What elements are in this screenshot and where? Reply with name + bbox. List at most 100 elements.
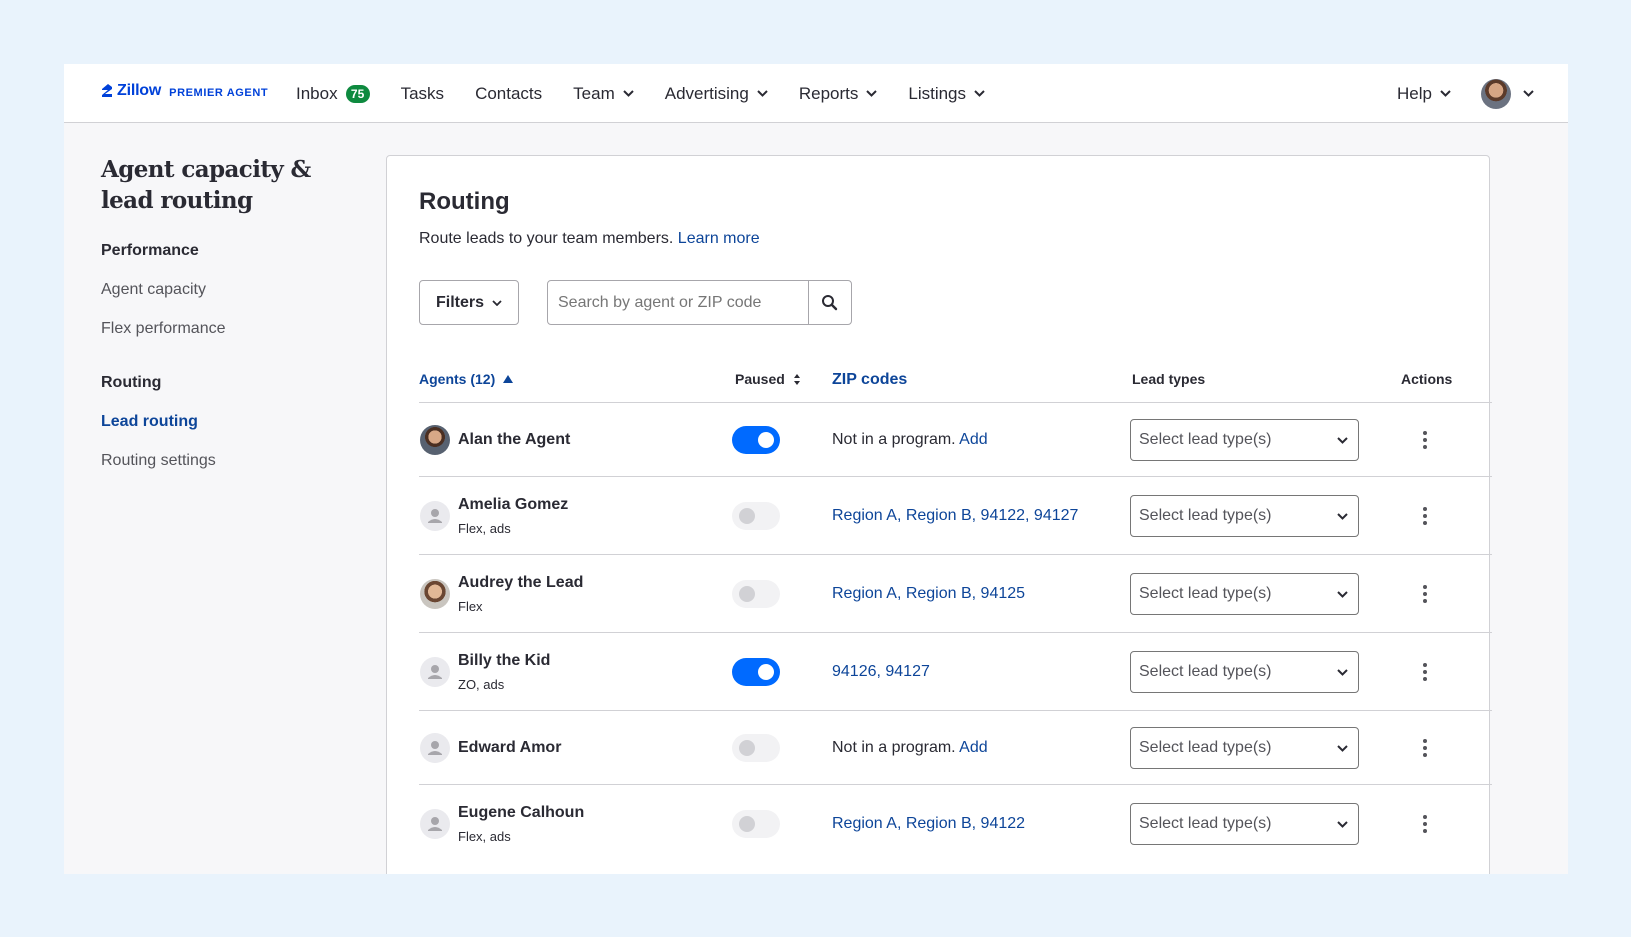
agent-programs: Flex bbox=[458, 599, 483, 614]
nav-item-label: Advertising bbox=[664, 83, 749, 103]
help-menu[interactable]: Help bbox=[1397, 84, 1451, 104]
nav-item-team[interactable]: Team bbox=[573, 84, 634, 104]
zip-codes-link[interactable]: Region A, Region B, 94122, 94127 bbox=[832, 507, 1078, 524]
select-placeholder: Select lead type(s) bbox=[1139, 585, 1272, 602]
toggle-knob bbox=[739, 508, 755, 524]
learn-more-link[interactable]: Learn more bbox=[678, 230, 760, 247]
paused-toggle[interactable] bbox=[732, 658, 780, 686]
zip-cell: Not in a program. Add bbox=[832, 739, 988, 757]
zillow-logo[interactable]: Zillow PREMIER AGENT bbox=[101, 82, 268, 100]
lead-type-select[interactable]: Select lead type(s) bbox=[1130, 803, 1359, 845]
more-actions-icon[interactable] bbox=[1415, 429, 1435, 451]
more-actions-icon[interactable] bbox=[1415, 813, 1435, 835]
app-window: Zillow PREMIER AGENT Inbox 75 Tasks Cont… bbox=[64, 64, 1568, 874]
paused-toggle[interactable] bbox=[732, 580, 780, 608]
more-actions-icon[interactable] bbox=[1415, 505, 1435, 527]
add-zip-link[interactable]: Add bbox=[959, 739, 987, 756]
search-input[interactable] bbox=[548, 281, 808, 324]
sidebar-heading-routing: Routing bbox=[101, 374, 162, 391]
more-actions-icon[interactable] bbox=[1415, 661, 1435, 683]
user-avatar[interactable] bbox=[1481, 78, 1511, 109]
agent-avatar-placeholder-icon bbox=[420, 809, 450, 839]
column-label: Agents (12) bbox=[419, 371, 496, 387]
nav-item-label: Listings bbox=[908, 83, 967, 103]
inbox-count-badge: 75 bbox=[345, 84, 370, 103]
agent-avatar-placeholder-icon bbox=[420, 733, 450, 763]
chevron-down-icon bbox=[866, 90, 878, 97]
search-icon bbox=[822, 294, 838, 310]
chevron-down-icon[interactable] bbox=[1523, 90, 1534, 97]
lead-type-select[interactable]: Select lead type(s) bbox=[1130, 651, 1359, 693]
column-header-zip: ZIP codes bbox=[832, 371, 908, 388]
nav-item-label: Tasks bbox=[400, 83, 445, 103]
table-header: Agents (12) Paused ZIP codes Lead types … bbox=[419, 368, 1492, 403]
lead-type-select[interactable]: Select lead type(s) bbox=[1130, 573, 1359, 615]
add-zip-link[interactable]: Add bbox=[959, 431, 987, 448]
agent-name: Alan the Agent bbox=[458, 431, 571, 448]
nav-item-label: Contacts bbox=[475, 83, 543, 103]
agent-name: Amelia Gomez bbox=[458, 496, 569, 513]
nav-item-advertising[interactable]: Advertising bbox=[665, 84, 768, 104]
more-actions-icon[interactable] bbox=[1415, 583, 1435, 605]
paused-toggle[interactable] bbox=[732, 426, 780, 454]
zip-codes-link[interactable]: 94126, 94127 bbox=[832, 663, 930, 680]
agent-table-body: Alan the Agent Not in a program. Add Sel… bbox=[419, 403, 1492, 863]
chevron-down-icon bbox=[1337, 821, 1348, 828]
nav-item-label: Inbox bbox=[296, 83, 338, 103]
sidebar-item-flex-performance[interactable]: Flex performance bbox=[101, 320, 341, 338]
toggle-knob bbox=[739, 586, 755, 602]
zip-cell: Region A, Region B, 94125 bbox=[832, 585, 1025, 603]
column-header-agents[interactable]: Agents (12) bbox=[419, 371, 514, 387]
select-placeholder: Select lead type(s) bbox=[1139, 663, 1272, 680]
main-nav: Inbox 75 Tasks Contacts Team Advertising… bbox=[296, 64, 1016, 123]
agent-programs: Flex, ads bbox=[458, 829, 511, 844]
logo-product: PREMIER AGENT bbox=[169, 86, 269, 99]
filters-button[interactable]: Filters bbox=[419, 280, 519, 325]
sidebar-item-lead-routing[interactable]: Lead routing bbox=[101, 413, 341, 431]
lead-type-select[interactable]: Select lead type(s) bbox=[1130, 419, 1359, 461]
nav-item-listings[interactable]: Listings bbox=[908, 84, 985, 104]
chevron-down-icon bbox=[1337, 745, 1348, 752]
zip-codes-link[interactable]: Region A, Region B, 94125 bbox=[832, 585, 1025, 602]
table-row: Alan the Agent Not in a program. Add Sel… bbox=[419, 403, 1492, 477]
zip-cell: Not in a program. Add bbox=[832, 431, 988, 449]
select-placeholder: Select lead type(s) bbox=[1139, 507, 1272, 524]
paused-toggle[interactable] bbox=[732, 810, 780, 838]
more-actions-icon[interactable] bbox=[1415, 737, 1435, 759]
zip-codes-link[interactable]: Region A, Region B, 94122 bbox=[832, 815, 1025, 832]
select-placeholder: Select lead type(s) bbox=[1139, 815, 1272, 832]
sort-icon bbox=[793, 373, 801, 385]
agent-avatar-placeholder-icon bbox=[420, 501, 450, 531]
chevron-down-icon bbox=[1337, 669, 1348, 676]
sidebar: Agent capacity & lead routing Performanc… bbox=[101, 154, 341, 470]
nav-item-contacts[interactable]: Contacts bbox=[475, 84, 542, 104]
table-row: Audrey the Lead Flex Region A, Region B,… bbox=[419, 555, 1492, 633]
agent-programs: Flex, ads bbox=[458, 521, 511, 536]
search-button[interactable] bbox=[808, 281, 851, 324]
agent-avatar bbox=[420, 425, 450, 455]
nav-item-tasks[interactable]: Tasks bbox=[401, 84, 444, 104]
nav-item-label: Team bbox=[573, 83, 615, 103]
nav-item-inbox[interactable]: Inbox 75 bbox=[296, 84, 370, 104]
logo-wordmark: Zillow bbox=[117, 82, 162, 99]
filters-label: Filters bbox=[435, 293, 484, 311]
zip-cell: 94126, 94127 bbox=[832, 663, 930, 681]
subtitle-text: Route leads to your team members. bbox=[419, 230, 674, 247]
help-label: Help bbox=[1397, 83, 1432, 103]
agent-name: Billy the Kid bbox=[458, 652, 551, 669]
sidebar-item-routing-settings[interactable]: Routing settings bbox=[101, 452, 341, 470]
chevron-down-icon bbox=[1440, 90, 1451, 97]
sidebar-item-agent-capacity[interactable]: Agent capacity bbox=[101, 281, 341, 299]
chevron-down-icon bbox=[492, 299, 502, 306]
agent-avatar-placeholder-icon bbox=[420, 657, 450, 687]
nav-item-reports[interactable]: Reports bbox=[799, 84, 878, 104]
column-header-paused[interactable]: Paused bbox=[735, 371, 801, 387]
chevron-down-icon bbox=[623, 90, 634, 97]
paused-toggle[interactable] bbox=[732, 734, 780, 762]
nav-item-label: Reports bbox=[798, 83, 859, 103]
select-placeholder: Select lead type(s) bbox=[1139, 739, 1272, 756]
lead-type-select[interactable]: Select lead type(s) bbox=[1130, 495, 1359, 537]
lead-type-select[interactable]: Select lead type(s) bbox=[1130, 727, 1359, 769]
paused-toggle[interactable] bbox=[732, 502, 780, 530]
column-header-actions: Actions bbox=[1401, 371, 1453, 387]
